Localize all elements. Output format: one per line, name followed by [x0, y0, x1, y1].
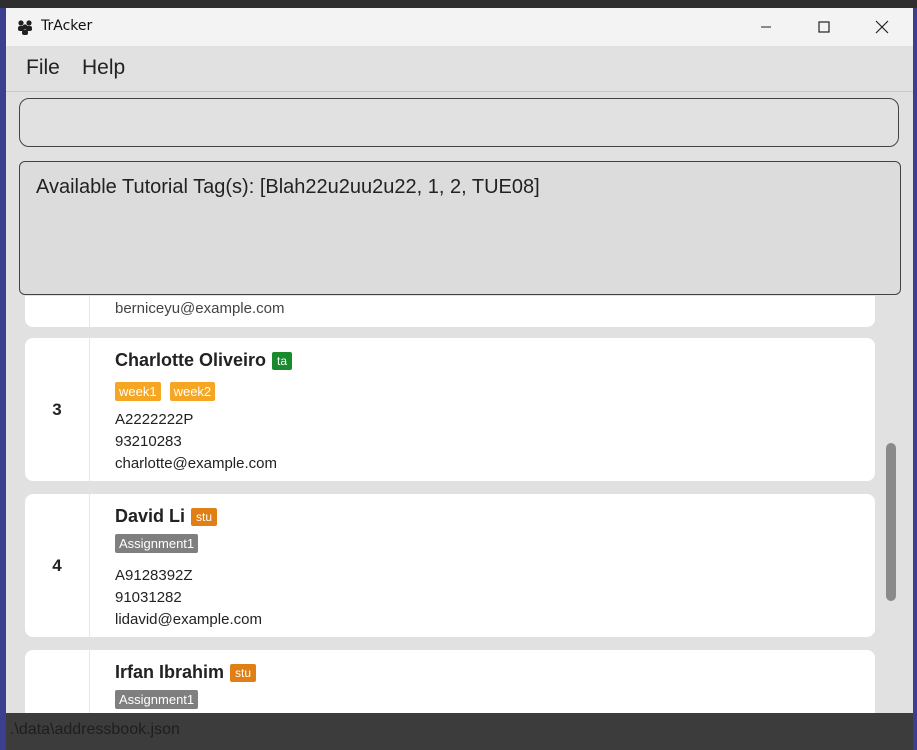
person-email: berniceyu@example.com — [115, 300, 285, 317]
save-file-path: .\data\addressbook.json — [10, 721, 180, 738]
person-index: 4 — [25, 494, 90, 637]
person-name: David Li — [115, 506, 186, 526]
person-name: Irfan Ibrahim — [115, 662, 225, 682]
minimize-icon — [761, 26, 771, 28]
close-button[interactable] — [853, 8, 911, 46]
scrollbar-thumb[interactable] — [886, 443, 896, 601]
person-phone: 93210283 — [115, 433, 182, 450]
role-badge: stu — [191, 507, 218, 526]
tag: week2 — [169, 382, 216, 401]
person-index — [25, 296, 90, 327]
person-card[interactable]: Irfan Ibrahim stu Assignment1 — [25, 650, 875, 713]
person-name: Charlotte Oliveiro — [115, 350, 267, 370]
person-index: 3 — [25, 338, 90, 481]
person-id: A9128392Z — [115, 567, 193, 584]
status-bar: .\data\addressbook.json — [6, 713, 913, 750]
result-text: Available Tutorial Tag(s): [Blah22u2uu2u… — [36, 176, 540, 198]
person-email: charlotte@example.com — [115, 455, 277, 472]
close-icon — [875, 20, 889, 34]
app-window: TrAcker File Help Available Tutorial Tag… — [6, 8, 913, 750]
window-title: TrAcker — [41, 18, 93, 34]
person-card[interactable]: 4 David Li stu Assignment1 A9128392Z 910… — [25, 494, 875, 637]
menu-help[interactable]: Help — [82, 56, 125, 80]
role-badge: stu — [230, 663, 257, 682]
desktop-background — [0, 0, 917, 8]
role-badge: ta — [272, 351, 293, 370]
person-list[interactable]: berniceyu@example.com 3 Charlotte Olivei… — [19, 296, 899, 713]
minimize-button[interactable] — [737, 8, 795, 46]
person-phone: 91031282 — [115, 589, 182, 606]
person-email: lidavid@example.com — [115, 611, 262, 628]
menu-file[interactable]: File — [26, 56, 60, 80]
tag: week1 — [115, 382, 161, 401]
menu-bar: File Help — [6, 46, 913, 92]
app-people-icon — [18, 20, 32, 35]
command-input[interactable] — [19, 98, 899, 147]
person-card[interactable]: berniceyu@example.com — [25, 296, 875, 327]
title-bar: TrAcker — [6, 8, 913, 46]
result-display: Available Tutorial Tag(s): [Blah22u2uu2u… — [19, 161, 901, 295]
tag: Assignment1 — [115, 690, 199, 709]
person-card[interactable]: 3 Charlotte Oliveiro ta week1 week2 A222… — [25, 338, 875, 481]
person-index — [25, 650, 90, 713]
maximize-icon — [818, 21, 830, 33]
tag: Assignment1 — [115, 534, 199, 553]
person-id: A2222222P — [115, 411, 194, 428]
desktop-background-right — [913, 8, 917, 750]
maximize-button[interactable] — [795, 8, 853, 46]
